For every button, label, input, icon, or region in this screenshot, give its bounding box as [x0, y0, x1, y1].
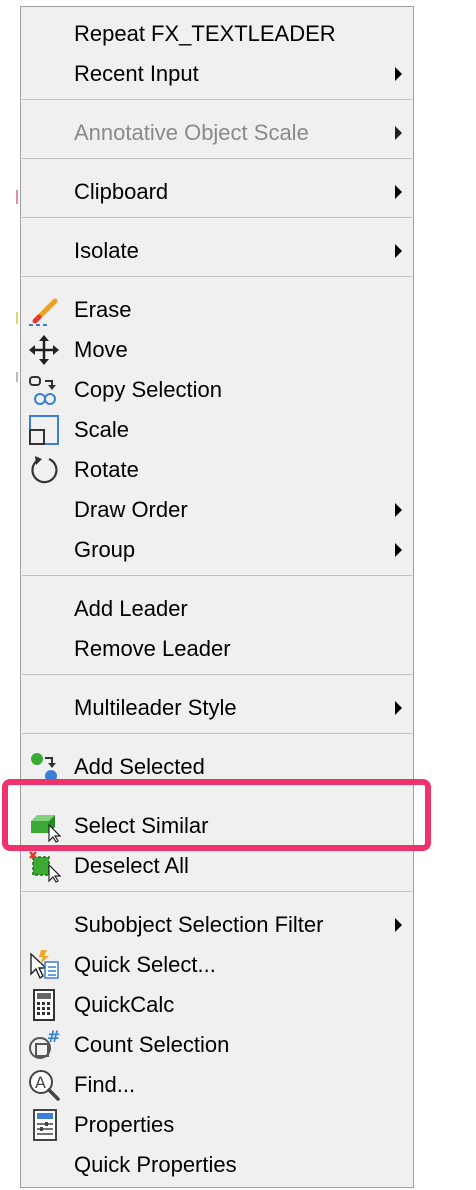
background-mark: [16, 190, 18, 204]
menu-item-select-similar[interactable]: Select Similar: [21, 806, 413, 846]
menu-item-label: Clipboard: [74, 179, 169, 204]
svg-text:#: #: [47, 1028, 60, 1046]
submenu-arrow-icon: [395, 126, 402, 140]
submenu-arrow-icon: [395, 67, 402, 81]
menu-item-properties[interactable]: Properties: [21, 1105, 413, 1145]
menu-item-quick-properties[interactable]: Quick Properties: [21, 1145, 413, 1185]
menu-item-scale[interactable]: Scale: [21, 410, 413, 450]
menu-item-annotative-object-scale: Annotative Object Scale: [21, 113, 413, 153]
menu-item-label: Add Selected: [74, 754, 205, 779]
find-text-icon: A: [29, 1070, 60, 1101]
eraser-pencil-icon: [29, 298, 58, 326]
menu-item-group[interactable]: Group: [21, 530, 413, 570]
menu-item-clipboard[interactable]: Clipboard: [21, 172, 413, 212]
menu-item-label: Select Similar: [74, 813, 209, 838]
menu-item-subobject-selection-filter[interactable]: Subobject Selection Filter: [21, 905, 413, 945]
menu-item-label: Multileader Style: [74, 695, 237, 720]
menu-item-move[interactable]: Move: [21, 330, 413, 370]
context-menu: Repeat FX_TEXTLEADER Recent Input Annota…: [20, 6, 414, 1188]
background-mark: [16, 372, 18, 382]
menu-item-label: Draw Order: [74, 497, 188, 522]
menu-item-copy-selection[interactable]: Copy Selection: [21, 370, 413, 410]
menu-separator: [22, 217, 412, 218]
menu-item-label: Rotate: [74, 457, 139, 482]
menu-item-label: Erase: [74, 297, 132, 322]
menu-item-add-selected[interactable]: Add Selected: [21, 747, 413, 787]
menu-item-label: Find...: [74, 1072, 136, 1097]
rotate-icon: [31, 456, 58, 484]
menu-item-label: Quick Select...: [74, 952, 216, 977]
menu-item-rotate[interactable]: Rotate: [21, 450, 413, 490]
menu-item-repeat-fx-textleader[interactable]: Repeat FX_TEXTLEADER: [21, 14, 413, 54]
menu-item-label: Subobject Selection Filter: [74, 912, 324, 937]
select-similar-icon: [31, 815, 61, 843]
properties-icon: [33, 1109, 57, 1141]
menu-item-add-leader[interactable]: Add Leader: [21, 589, 413, 629]
background-mark: [16, 312, 18, 324]
submenu-arrow-icon: [395, 244, 402, 258]
menu-item-find[interactable]: A Find...: [21, 1065, 413, 1105]
deselect-all-icon: [29, 851, 61, 883]
submenu-arrow-icon: [395, 701, 402, 715]
menu-separator: [22, 733, 412, 734]
menu-item-label: Quick Properties: [74, 1152, 237, 1177]
move-arrows-icon: [29, 335, 59, 365]
menu-item-deselect-all[interactable]: Deselect All: [21, 846, 413, 886]
scale-icon: [29, 415, 59, 445]
menu-item-label: Repeat FX_TEXTLEADER: [74, 21, 336, 46]
submenu-arrow-icon: [395, 918, 402, 932]
menu-item-label: Properties: [74, 1112, 175, 1137]
menu-item-label: QuickCalc: [74, 992, 175, 1017]
calculator-icon: [33, 989, 55, 1021]
menu-item-multileader-style[interactable]: Multileader Style: [21, 688, 413, 728]
menu-item-erase[interactable]: Erase: [21, 290, 413, 330]
menu-item-count-selection[interactable]: # Count Selection: [21, 1025, 413, 1065]
svg-text:A: A: [35, 1073, 46, 1092]
add-selected-icon: [31, 753, 57, 782]
menu-item-quickcalc[interactable]: QuickCalc: [21, 985, 413, 1025]
menu-item-label: Scale: [74, 417, 130, 442]
menu-separator: [22, 891, 412, 892]
count-selection-icon: #: [29, 1028, 60, 1059]
menu-item-label: Count Selection: [74, 1032, 230, 1057]
menu-separator: [22, 674, 412, 675]
menu-separator: [22, 575, 412, 576]
menu-separator: [22, 158, 412, 159]
submenu-arrow-icon: [395, 503, 402, 517]
quick-select-icon: [30, 950, 59, 980]
menu-item-label: Annotative Object Scale: [74, 120, 309, 145]
submenu-arrow-icon: [395, 543, 402, 557]
menu-item-isolate[interactable]: Isolate: [21, 231, 413, 271]
menu-item-label: Remove Leader: [74, 636, 231, 661]
menu-item-label: Copy Selection: [74, 377, 222, 402]
menu-item-label: Deselect All: [74, 853, 189, 878]
submenu-arrow-icon: [395, 185, 402, 199]
menu-item-label: Group: [74, 537, 136, 562]
menu-item-remove-leader[interactable]: Remove Leader: [21, 629, 413, 669]
menu-item-label: Recent Input: [74, 61, 199, 86]
copy-selection-icon: [29, 376, 56, 405]
menu-item-quick-select[interactable]: Quick Select...: [21, 945, 413, 985]
menu-separator: [22, 99, 412, 100]
menu-item-label: Isolate: [74, 238, 139, 263]
menu-item-recent-input[interactable]: Recent Input: [21, 54, 413, 94]
menu-item-draw-order[interactable]: Draw Order: [21, 490, 413, 530]
menu-separator: [22, 276, 412, 277]
menu-item-label: Add Leader: [74, 596, 188, 621]
menu-item-label: Move: [74, 337, 128, 362]
